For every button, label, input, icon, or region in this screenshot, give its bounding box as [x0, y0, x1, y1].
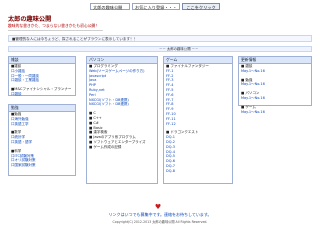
list-item[interactable]: 口雑談: [9, 92, 75, 97]
favorite-field[interactable]: お気に入り登録・・・: [132, 3, 180, 10]
copyright: Copyright(C) 2012-2013 太郎の趣味公開 All Right…: [112, 220, 208, 224]
panel-zatsudan-header: 雑談: [9, 57, 75, 64]
footer-link-text[interactable]: リンクはいつでも募集中です。連絡をお待ちしています。: [0, 212, 320, 218]
panel-games-header: ゲーム: [164, 57, 232, 64]
click-here-button[interactable]: ここをクリック: [182, 3, 220, 10]
top-title: 太郎の趣味公開: [93, 5, 123, 10]
list-item: ■ ゲーム作成の記録: [89, 144, 122, 149]
list-item[interactable]: 口国家試験対策: [9, 163, 75, 168]
panel-updates-header: 更新情報: [239, 57, 311, 64]
favorite-text: お気に入り登録・・・: [135, 5, 177, 10]
panel-games: ゲーム ■ ファイナルファンタジー FF-1 FF-2 FF-3 FF-4 FF…: [163, 56, 233, 184]
panel-updates: 更新情報 ■ 雑談 May.1〜No.16 ■ 勉強 May.1〜No.16 ■…: [238, 56, 312, 114]
links-bar-text: －－ 太郎の趣味公開 －－: [159, 47, 199, 51]
list-item[interactable]: DQ-8: [164, 169, 232, 174]
heart-icon: ♥: [154, 203, 162, 211]
panel-programming-header: パソコン: [87, 57, 157, 64]
panel-study-header: 勉強: [9, 105, 75, 112]
panel-study: 勉強 ■勉強 口海外勉強 口英語工学 ■数学 口統計学 口英語・語学 ■科学 口…: [8, 104, 76, 176]
site-title-field: 太郎の趣味公開: [90, 3, 130, 10]
click-here-label: ここをクリック: [186, 5, 216, 10]
panel-zatsudan: 雑談 ■雑談 口小雑話 口一般・一同雑談 口雑談・工業雑話 ■M&Cファイナンシ…: [8, 56, 76, 96]
panel-programming: パソコン ■ プログラミング Web(ソースゲームページの作り方) Javasc…: [86, 56, 158, 184]
tagline-divider: ――――――――――――――――――――――――――――: [8, 28, 103, 32]
notice-text: ■管理的な人には今ちょうど、探されることがブラウンに表示しています！！: [12, 37, 138, 41]
links-bar: －－ 太郎の趣味公開 －－: [8, 46, 312, 52]
update-date[interactable]: May.1〜No.16: [239, 110, 311, 115]
page-title: 太郎の趣味公開: [8, 16, 52, 23]
notice-banner: ■管理的な人には今ちょうど、探されることがブラウンに表示しています！！: [8, 35, 312, 42]
